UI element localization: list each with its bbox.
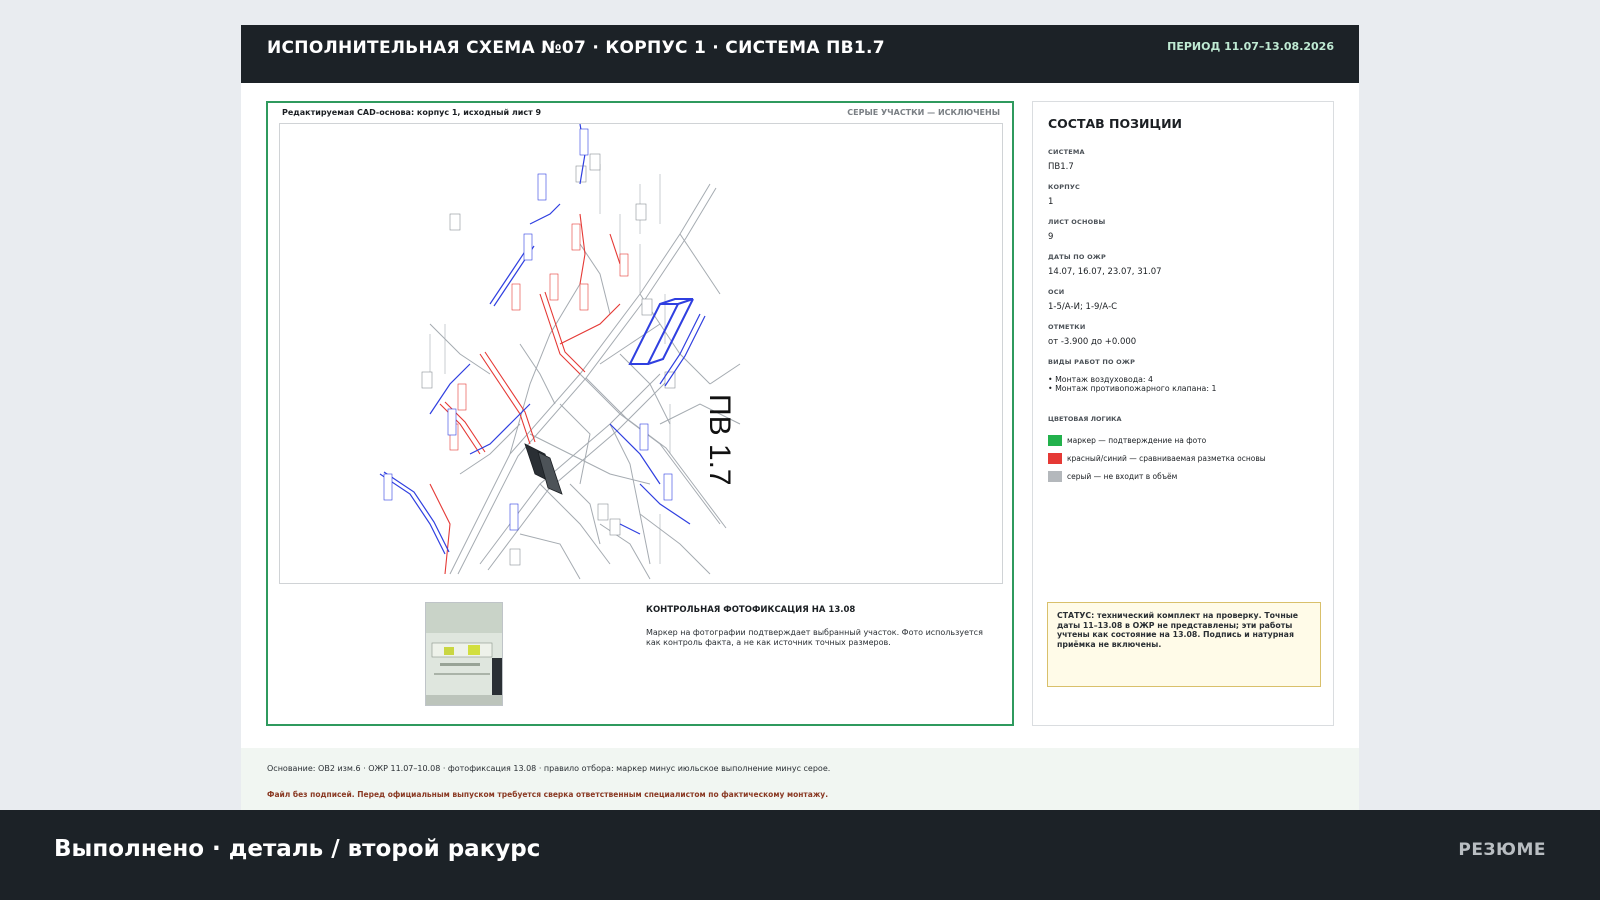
summary-button[interactable]: РЕЗЮМЕ [1458, 840, 1546, 860]
field-label: Система [1048, 148, 1085, 156]
footer-warning: Файл без подписей. Перед официальным вып… [267, 790, 829, 799]
drawing-caption: Редактируемая CAD-основа: корпус 1, исхо… [282, 108, 542, 117]
legend-swatch-gray [1048, 471, 1062, 482]
field-label: Лист основы [1048, 218, 1106, 226]
control-photo[interactable] [425, 602, 503, 706]
drawing-sheet: ИСПОЛНИТЕЛЬНАЯ СХЕМА №07 · КОРПУС 1 · СИ… [241, 25, 1359, 810]
footer-basis: Основание: ОВ2 изм.6 · ОЖР 11.07–10.08 ·… [267, 764, 831, 773]
photo-title: КОНТРОЛЬНАЯ ФОТОФИКСАЦИЯ НА 13.08 [646, 605, 856, 615]
field-value: ПВ1.7 [1048, 162, 1074, 172]
cad-blue-duct [628, 298, 694, 365]
cad-gray-lines [429, 183, 741, 580]
legend-title: ЦВЕТОВАЯ ЛОГИКА [1048, 415, 1122, 423]
field-base-sheet: Лист основы 9 [1048, 218, 1318, 243]
field-label: Отметки [1048, 323, 1086, 331]
cad-red-labels [449, 223, 629, 451]
legend-text: красный/синий — сравниваемая разметка ос… [1067, 454, 1266, 463]
legend-swatch-green [1048, 435, 1062, 446]
field-value: • Монтаж воздуховода: 4 [1048, 375, 1153, 384]
field-work-types: Виды работ по ОЖР • Монтаж воздуховода: … [1048, 358, 1318, 394]
legend-text: маркер — подтверждение на фото [1067, 436, 1207, 445]
field-value: 1-5/А-И; 1-9/А-С [1048, 302, 1118, 312]
field-value: 14.07, 16.07, 23.07, 31.07 [1048, 267, 1162, 277]
field-label: Корпус [1048, 183, 1081, 191]
field-system: Система ПВ1.7 [1048, 148, 1318, 173]
slide-caption: Выполнено · деталь / второй ракурс [54, 836, 541, 862]
field-axes: Оси 1-5/А-И; 1-9/А-С [1048, 288, 1318, 313]
cad-system-label: ПВ 1.7 [703, 394, 736, 486]
sheet-header: ИСПОЛНИТЕЛЬНАЯ СХЕМА №07 · КОРПУС 1 · СИ… [241, 25, 1359, 83]
composition-panel: СОСТАВ ПОЗИЦИИ Система ПВ1.7 Корпус 1 Ли… [1032, 101, 1334, 726]
field-elevations: Отметки от -3.900 до +0.000 [1048, 323, 1318, 348]
cad-gray-labels [421, 153, 676, 566]
status-note: СТАТУС: технический комплект на проверку… [1047, 602, 1321, 687]
bottom-bar: Выполнено · деталь / второй ракурс РЕЗЮМ… [0, 810, 1600, 900]
control-photo-image [426, 603, 502, 705]
drawing-note: СЕРЫЕ УЧАСТКИ — ИСКЛЮЧЕНЫ [847, 108, 1000, 117]
sheet-period: ПЕРИОД 11.07–13.08.2026 [1167, 40, 1334, 53]
sheet-footer: Основание: ОВ2 изм.6 · ОЖР 11.07–10.08 ·… [241, 748, 1359, 810]
legend-swatch-red [1048, 453, 1062, 464]
panel-title: СОСТАВ ПОЗИЦИИ [1048, 116, 1183, 131]
cad-drawing-svg: ПВ 1.7 [379, 124, 741, 580]
cad-blue-labels [383, 128, 673, 531]
field-label: Оси [1048, 288, 1065, 296]
field-value: • Монтаж противопожарного клапана: 1 [1048, 384, 1217, 393]
photo-description: Маркер на фотографии подтверждает выбран… [646, 628, 983, 647]
field-building: Корпус 1 [1048, 183, 1318, 208]
sheet-title: ИСПОЛНИТЕЛЬНАЯ СХЕМА №07 · КОРПУС 1 · СИ… [267, 38, 885, 58]
field-value: от -3.900 до +0.000 [1048, 337, 1137, 347]
cad-drawing[interactable]: ПВ 1.7 [279, 123, 1003, 584]
field-value: 9 [1048, 232, 1054, 242]
field-label: Даты по ОЖР [1048, 253, 1106, 261]
drawing-frame: Редактируемая CAD-основа: корпус 1, исхо… [266, 101, 1014, 726]
field-dates: Даты по ОЖР 14.07, 16.07, 23.07, 31.07 [1048, 253, 1318, 278]
field-label: Виды работ по ОЖР [1048, 358, 1136, 366]
legend-text: серый — не входит в объём [1067, 472, 1178, 481]
field-value: 1 [1048, 197, 1054, 207]
cad-damper-block [524, 443, 563, 495]
